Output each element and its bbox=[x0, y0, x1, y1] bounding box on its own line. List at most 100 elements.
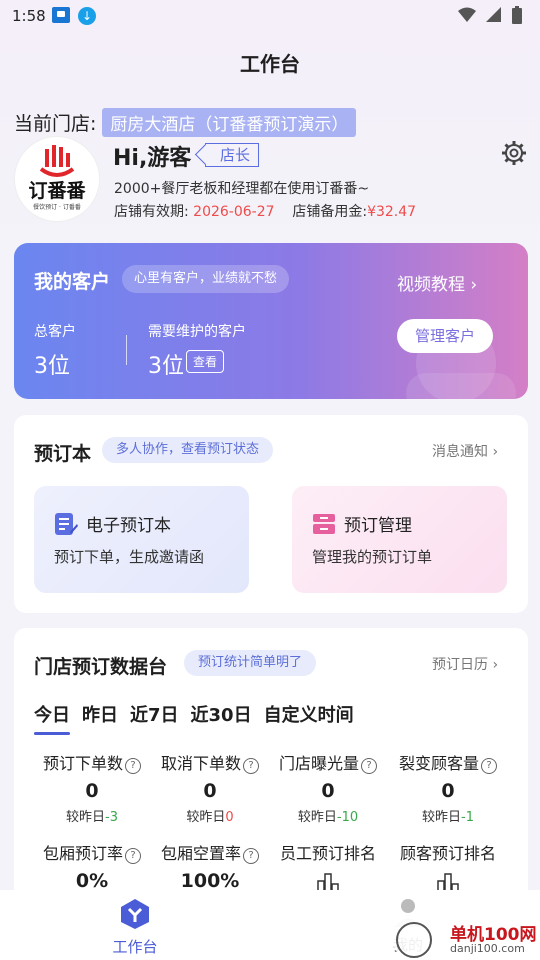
booking-book-card: 预订本 多人协作，查看预订状态 消息通知 › 电子预订本 预订下单，生成邀请函 … bbox=[14, 415, 528, 613]
watermark-url: danji100.com bbox=[450, 942, 525, 955]
ranking-podium-icon bbox=[437, 873, 459, 892]
metric-value: 0 bbox=[85, 780, 99, 802]
metric-label-text: 取消下单数 bbox=[160, 754, 241, 773]
compare-label: 较昨日 bbox=[422, 810, 462, 825]
store-logo: 订番番 餐饮预订 · 订番番 bbox=[15, 137, 99, 221]
metric-staff-ranking[interactable]: 员工预订排名 bbox=[264, 840, 392, 896]
total-customers-value: 3位 bbox=[34, 354, 70, 379]
status-time: 1:58 bbox=[12, 7, 46, 25]
time-range-tabs: 今日 昨日 近7日 近30日 自定义时间 bbox=[34, 701, 354, 735]
customers-slogan: 心里有客户，业绩就不愁 bbox=[122, 265, 290, 293]
role-tag: 店长 bbox=[205, 143, 260, 167]
chevron-right-icon: › bbox=[470, 275, 478, 295]
metric-compare: 较昨日-3 bbox=[28, 806, 156, 825]
compare-value: 0 bbox=[225, 810, 234, 825]
compare-label: 较昨日 bbox=[186, 810, 226, 825]
metric-compare: 较昨日-1 bbox=[384, 806, 512, 825]
metric-value: 0% bbox=[75, 870, 109, 892]
help-icon[interactable]: ? bbox=[243, 848, 259, 864]
store-stats-card: 门店预订数据台 预订统计简单明了 预订日历 › 今日 昨日 近7日 近30日 自… bbox=[14, 628, 528, 928]
stat-divider bbox=[126, 335, 127, 365]
metric-value: 100% bbox=[180, 870, 240, 892]
tab-yesterday[interactable]: 昨日 bbox=[82, 701, 118, 727]
tab-workbench-label: 工作台 bbox=[112, 938, 158, 956]
message-notify-label: 消息通知 bbox=[432, 444, 488, 460]
logo-graphic: 订番番 餐饮预订 · 订番番 bbox=[28, 145, 86, 211]
store-name-badge[interactable]: 厨房大酒店（订番番预订演示） bbox=[102, 108, 357, 137]
metric-value: 0 bbox=[203, 780, 217, 802]
metric-label: 包厢空置率? bbox=[146, 840, 274, 864]
metric-value: 0 bbox=[441, 780, 455, 802]
booking-title: 预订本 bbox=[34, 443, 92, 465]
ebook-desc: 预订下单，生成邀请函 bbox=[54, 548, 205, 566]
metric-label: 员工预订排名 bbox=[279, 844, 376, 863]
ebook-title: 电子预订本 bbox=[86, 516, 171, 536]
maintain-customers-value: 3位 bbox=[148, 354, 184, 379]
tab-last-7-days[interactable]: 近7日 bbox=[130, 701, 179, 727]
help-icon[interactable]: ? bbox=[125, 848, 141, 864]
message-notify-link[interactable]: 消息通知 › bbox=[432, 441, 498, 461]
logo-text: 订番番 bbox=[28, 180, 86, 202]
video-tutorial-link[interactable]: 视频教程 › bbox=[397, 270, 477, 295]
help-icon[interactable]: ? bbox=[361, 758, 377, 774]
signal-icon bbox=[486, 7, 501, 22]
metric-label: 门店曝光量? bbox=[264, 750, 392, 774]
booking-calendar-link[interactable]: 预订日历 › bbox=[432, 654, 498, 674]
logo-subtext: 餐饮预订 · 订番番 bbox=[33, 203, 81, 211]
download-icon: ↓ bbox=[78, 7, 96, 25]
current-store-row: 当前门店: 厨房大酒店（订番番预订演示） bbox=[14, 108, 357, 137]
booking-manage-desc: 管理我的预订订单 bbox=[312, 548, 433, 566]
metric-label-text: 裂变顾客量 bbox=[398, 754, 479, 773]
metric-room-vacancy-rate: 包厢空置率? 100% bbox=[146, 840, 274, 892]
page-title: 工作台 bbox=[240, 52, 300, 76]
tab-today[interactable]: 今日 bbox=[34, 701, 70, 735]
metric-label: 取消下单数? bbox=[146, 750, 274, 774]
metric-cancel-orders: 取消下单数? 0 较昨日0 bbox=[146, 750, 274, 825]
tab-workbench[interactable]: 工作台 bbox=[106, 898, 164, 957]
manage-customers-button[interactable]: 管理客户 bbox=[397, 319, 493, 353]
chevron-right-icon: › bbox=[492, 444, 499, 460]
metric-label-text: 包厢空置率 bbox=[160, 844, 241, 863]
compare-label: 较昨日 bbox=[297, 810, 337, 825]
total-customers-label: 总客户 bbox=[34, 324, 76, 340]
metric-customer-ranking[interactable]: 顾客预订排名 bbox=[384, 840, 512, 896]
metric-label: 裂变顾客量? bbox=[384, 750, 512, 774]
maintain-customers-label: 需要维护的客户 bbox=[148, 324, 246, 340]
metric-label-text: 包厢预订率 bbox=[42, 844, 123, 863]
settings-gear-icon[interactable] bbox=[501, 140, 527, 166]
metric-label: 预订下单数? bbox=[28, 750, 156, 774]
watermark-logo-icon bbox=[396, 922, 432, 958]
booking-management-card[interactable]: 预订管理 管理我的预订订单 bbox=[292, 486, 507, 593]
store-validity-row: 店铺有效期: 2026-06-27 店铺备用金:¥32.47 bbox=[114, 201, 416, 221]
store-label: 当前门店: bbox=[14, 113, 97, 135]
metric-compare: 较昨日-10 bbox=[264, 806, 392, 825]
compare-label: 较昨日 bbox=[66, 810, 106, 825]
compare-value: -1 bbox=[461, 810, 474, 825]
status-bar: 1:58 ↓ bbox=[0, 0, 540, 34]
metric-store-exposure: 门店曝光量? 0 较昨日-10 bbox=[264, 750, 392, 825]
help-icon[interactable]: ? bbox=[481, 758, 497, 774]
tab-last-30-days[interactable]: 近30日 bbox=[191, 701, 252, 727]
my-customers-card: 我的客户 心里有客户，业绩就不愁 视频教程 › 总客户 3位 需要维护的客户 3… bbox=[14, 243, 528, 399]
ranking-podium-icon bbox=[317, 873, 339, 892]
electronic-booking-card[interactable]: 电子预订本 预订下单，生成邀请函 bbox=[34, 486, 249, 593]
metric-label-text: 门店曝光量 bbox=[278, 754, 359, 773]
video-tutorial-label: 视频教程 bbox=[397, 275, 465, 295]
metric-value: 0 bbox=[321, 780, 335, 802]
document-edit-icon bbox=[55, 513, 78, 535]
customers-title: 我的客户 bbox=[34, 271, 111, 293]
compare-value: -10 bbox=[336, 810, 359, 825]
help-icon[interactable]: ? bbox=[243, 758, 259, 774]
metric-compare: 较昨日0 bbox=[146, 806, 274, 825]
fund-value: ¥32.47 bbox=[367, 204, 417, 220]
booking-pill: 多人协作，查看预订状态 bbox=[102, 437, 274, 463]
metric-booking-orders: 预订下单数? 0 较昨日-3 bbox=[28, 750, 156, 825]
stats-pill: 预订统计简单明了 bbox=[184, 650, 317, 676]
tab-custom-time[interactable]: 自定义时间 bbox=[264, 701, 354, 727]
intro-text: 2000+餐厅老板和经理都在使用订番番~ bbox=[114, 181, 370, 197]
booking-manage-title: 预订管理 bbox=[344, 516, 412, 536]
help-icon[interactable]: ? bbox=[125, 758, 141, 774]
view-button[interactable]: 查看 bbox=[186, 350, 225, 373]
booking-calendar-label: 预订日历 bbox=[432, 657, 488, 673]
workbench-icon bbox=[121, 899, 149, 929]
